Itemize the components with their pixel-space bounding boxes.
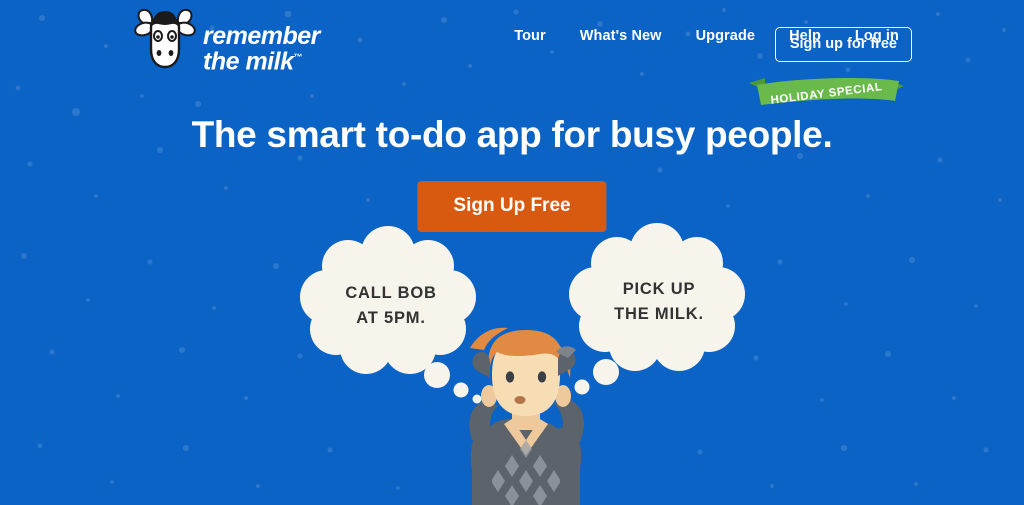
thought-bubble-right-text: PICK UP THE MILK. — [614, 280, 704, 323]
nav-upgrade[interactable]: Upgrade — [679, 28, 773, 44]
sign-up-free-button[interactable]: Sign Up Free — [417, 181, 607, 232]
page-title: The smart to-do app for busy people. — [191, 114, 833, 155]
logo-wordmark: remember the milk™ — [203, 4, 320, 76]
cow-logo-icon — [134, 9, 196, 69]
signup-for-free-button[interactable]: Sign up for free — [774, 27, 912, 62]
logo-home-link[interactable]: remember the milk™ — [133, 4, 320, 76]
nav-whats-new[interactable]: What's New — [563, 28, 679, 44]
nav-tour[interactable]: Tour — [497, 28, 563, 44]
logo-trademark: ™ — [293, 52, 302, 62]
holiday-special-ribbon[interactable]: HOLIDAY SPECIAL — [749, 77, 904, 110]
logo-line-1: remember — [203, 22, 320, 50]
character-illustration — [469, 327, 584, 505]
logo-line-2: the milk — [203, 47, 294, 76]
thought-bubble-left-text: CALL BOB AT 5PM. — [345, 284, 437, 327]
